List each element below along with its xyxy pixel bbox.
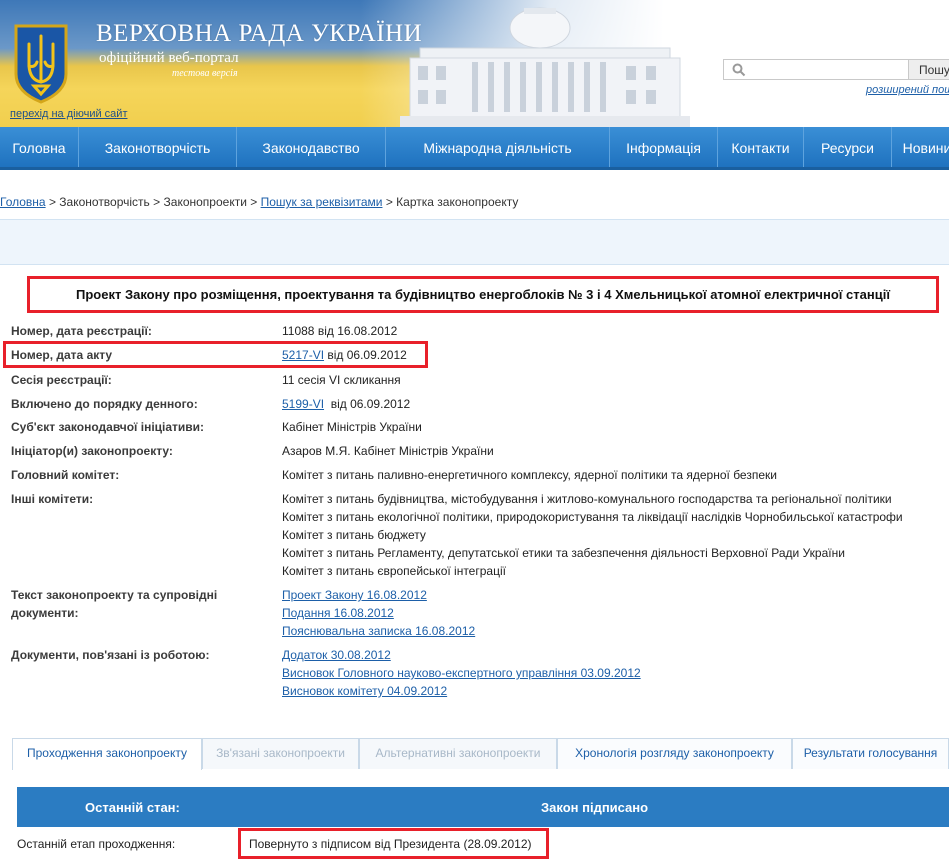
last-state-bar: Останній стан: Закон підписано [17,787,949,827]
nav-item-legislation[interactable]: Законодавство [237,127,386,167]
bill-title-highlight: Проект Закону про розміщення, проектуван… [27,276,939,313]
parliament-building-image [400,7,690,127]
other-committee-item: Комітет з питань бюджету [282,528,426,542]
other-committees-label: Інші комітети: [11,492,94,506]
main-committee-value: Комітет з питань паливно-енергетичного к… [282,468,777,482]
nav-item-resources[interactable]: Ресурси [804,127,892,167]
nav-item-news[interactable]: Новини [892,127,949,167]
other-committee-item: Комітет з питань європейської інтеграції [282,564,506,578]
main-committee-label: Головний комітет: [11,468,120,482]
document-link[interactable]: Подання 16.08.2012 [282,606,394,620]
search-button[interactable]: Пошук [908,59,949,80]
texts-label-line1: Текст законопроекту та супровідні [11,588,218,602]
bill-title: Проект Закону про розміщення, проектуван… [76,287,890,302]
bill-tabs: Проходження законопроекту Зв'язані закон… [12,738,949,770]
act-number-link[interactable]: 5217-VI [282,348,324,362]
last-stage-value: Повернуто з підписом від Президента (28.… [249,837,532,851]
other-committee-item: Комітет з питань екологічної політики, п… [282,510,903,524]
breadcrumb: Головна > Законотворчість > Законопроект… [0,195,518,209]
document-link[interactable]: Пояснювальна записка 16.08.2012 [282,624,475,638]
document-link[interactable]: Висновок комітету 04.09.2012 [282,684,447,698]
agenda-link[interactable]: 5199-VI [282,397,324,411]
subject-label: Суб'єкт законодавчої ініціативи: [11,420,205,434]
search-icon [732,63,746,77]
tab-chronology[interactable]: Хронологія розгляду законопроекту [557,738,792,769]
last-state-value: Закон підписано [541,800,649,815]
advanced-search-link[interactable]: розширений пошук [866,84,949,96]
other-committee-item: Комітет з питань Регламенту, депутатсько… [282,546,845,560]
act-date: від 06.09.2012 [324,348,407,362]
last-stage-highlight: Повернуто з підписом від Президента (28.… [238,828,549,859]
last-stage-label: Останній етап проходження: [17,837,176,851]
breadcrumb-separator: > [153,195,161,209]
test-version-label: тестова версія [172,68,238,79]
reg-number-value: 11088 від 16.08.2012 [282,324,398,338]
session-label: Сесія реєстрації: [11,373,112,387]
breadcrumb-search-link[interactable]: Пошук за реквізитами [261,195,383,209]
breadcrumb-separator: > [385,195,393,209]
document-link[interactable]: Проект Закону 16.08.2012 [282,588,427,602]
act-label: Номер, дата акту [11,348,113,362]
breadcrumb-separator: > [250,195,258,209]
tab-progress[interactable]: Проходження законопроекту [12,738,202,770]
initiator-value: Азаров М.Я. Кабінет Міністрів України [282,444,494,458]
nav-item-home[interactable]: Головна [0,127,79,167]
breadcrumb-current: Картка законопроекту [396,195,519,209]
last-state-label: Останній стан: [85,800,180,815]
main-nav: Головна Законотворчість Законодавство Мі… [0,127,949,170]
texts-label-line2: документи: [11,606,79,620]
agenda-date: від 06.09.2012 [330,397,411,411]
info-panel [0,219,949,265]
document-link[interactable]: Висновок Головного науково-експертного у… [282,666,641,680]
session-value: 11 сесія VI скликання [282,373,401,387]
trident-crest-icon[interactable] [12,22,70,104]
breadcrumb-bills: Законопроекти [163,195,247,209]
other-committee-item: Комітет з питань будівництва, містобудув… [282,492,892,506]
tab-alternative-bills[interactable]: Альтернативні законопроекти [359,738,557,769]
tab-related-bills[interactable]: Зв'язані законопроекти [202,738,359,769]
site-subtitle: офіційний веб-портал [99,50,239,66]
reg-number-label: Номер, дата реєстрації: [11,324,152,338]
tab-voting-results[interactable]: Результати голосування [792,738,949,769]
initiator-label: Ініціатор(и) законопроекту: [11,444,173,458]
breadcrumb-lawmaking: Законотворчість [59,195,150,209]
goto-main-site-link[interactable]: перехід на діючий сайт [10,108,127,120]
docs-label: Документи, пов'язані із роботою: [11,648,210,662]
site-header: ВЕРХОВНА РАДА УКРАЇНИ офіційний веб-порт… [0,0,949,127]
nav-item-international[interactable]: Міжнародна діяльність [386,127,610,167]
breadcrumb-separator: > [48,195,56,209]
nav-item-lawmaking[interactable]: Законотворчість [79,127,237,167]
search-box [723,59,909,80]
nav-item-information[interactable]: Інформація [610,127,718,167]
subject-value: Кабінет Міністрів України [282,420,422,434]
breadcrumb-home-link[interactable]: Головна [0,195,46,209]
search-input[interactable] [750,61,906,78]
site-title: ВЕРХОВНА РАДА УКРАЇНИ [96,20,423,47]
nav-item-contacts[interactable]: Контакти [718,127,804,167]
agenda-label: Включено до порядку денного: [11,397,198,411]
document-link[interactable]: Додаток 30.08.2012 [282,648,391,662]
